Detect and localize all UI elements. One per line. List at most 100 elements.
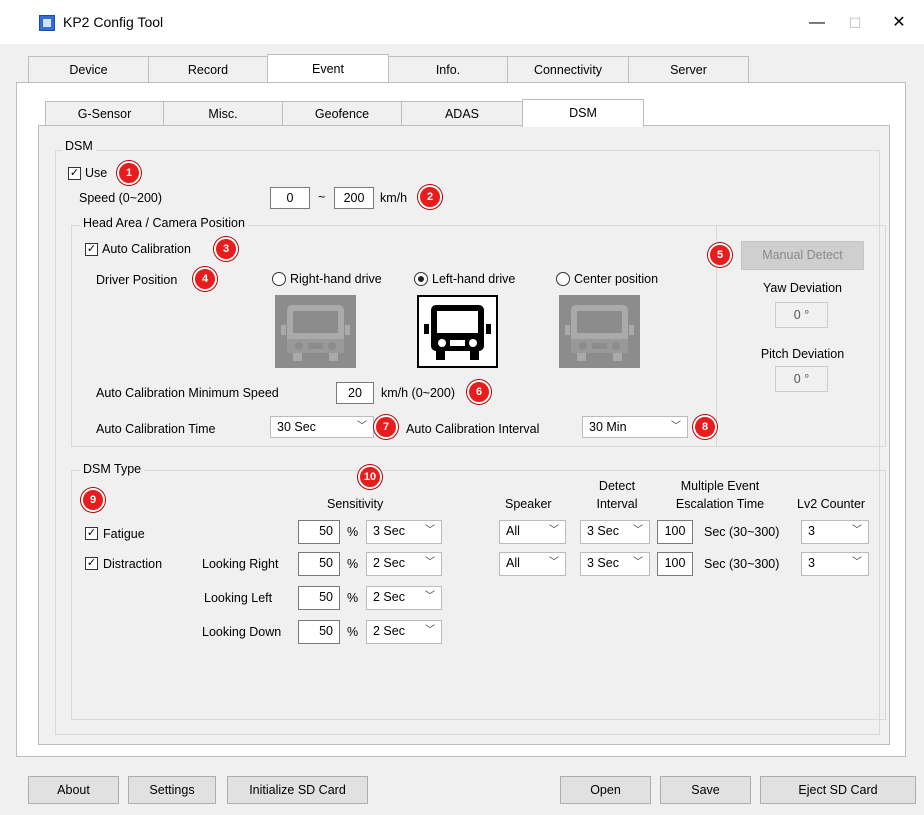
right-hand-drive-radio[interactable] <box>272 272 286 286</box>
subtab-dsm[interactable]: DSM <box>522 99 644 127</box>
pitch-deviation-value: 0 ° <box>775 366 828 392</box>
close-button[interactable]: ✕ <box>884 10 914 36</box>
distraction-escalation-input[interactable]: 100 <box>657 552 693 576</box>
fatigue-time-value: 3 Sec <box>373 524 405 538</box>
speed-max-input[interactable]: 200 <box>334 187 374 209</box>
tab-event[interactable]: Event <box>267 54 389 84</box>
eject-sd-card-button[interactable]: Eject SD Card <box>760 776 916 804</box>
looking-left-time-select[interactable]: 2 Sec ﹀ <box>366 586 442 610</box>
bus-left-hand-icon[interactable] <box>417 295 498 368</box>
fatigue-escalation-unit: Sec (30~300) <box>704 525 780 539</box>
chevron-down-icon: ﹀ <box>671 421 681 432</box>
chevron-down-icon: ﹀ <box>425 591 435 602</box>
badge-9: 9 <box>81 488 105 512</box>
use-checkbox[interactable]: ✓ <box>68 167 81 180</box>
looking-left-time-value: 2 Sec <box>373 590 405 604</box>
chevron-down-icon: ﹀ <box>425 625 435 636</box>
min-speed-label: Auto Calibration Minimum Speed <box>96 386 279 400</box>
looking-left-sensitivity-input[interactable]: 50 <box>298 586 340 610</box>
min-speed-input[interactable]: 20 <box>336 382 374 404</box>
looking-right-sensitivity-input[interactable]: 50 <box>298 552 340 576</box>
manual-detect-button[interactable]: Manual Detect <box>741 241 864 270</box>
chevron-down-icon: ﹀ <box>852 525 862 536</box>
center-position-radio[interactable] <box>556 272 570 286</box>
about-button[interactable]: About <box>28 776 119 804</box>
center-position-label: Center position <box>574 272 659 286</box>
distraction-speaker-value: All <box>506 556 520 570</box>
tab-server[interactable]: Server <box>628 56 749 83</box>
subtab-g-sensor[interactable]: G-Sensor <box>45 101 164 126</box>
looking-down-time-select[interactable]: 2 Sec ﹀ <box>366 620 442 644</box>
subtab-adas[interactable]: ADAS <box>401 101 523 126</box>
fatigue-lv2-select[interactable]: 3 ﹀ <box>801 520 869 544</box>
tab-record[interactable]: Record <box>148 56 268 83</box>
chevron-down-icon: ﹀ <box>852 557 862 568</box>
escalation-header-1: Multiple Event <box>680 479 760 493</box>
distraction-speaker-select[interactable]: All ﹀ <box>499 552 566 576</box>
fatigue-lv2-value: 3 <box>808 524 815 538</box>
speaker-header: Speaker <box>505 497 552 511</box>
yaw-deviation-label: Yaw Deviation <box>763 281 842 295</box>
calibration-interval-select[interactable]: 30 Min ﹀ <box>582 416 688 438</box>
open-button[interactable]: Open <box>560 776 651 804</box>
detect-interval-header-2: Interval <box>596 497 638 511</box>
distraction-interval-value: 3 Sec <box>587 556 619 570</box>
fatigue-percent: % <box>347 525 359 539</box>
badge-10: 10 <box>358 465 382 489</box>
escalation-header-2: Escalation Time <box>675 497 765 511</box>
bus-right-hand-icon[interactable] <box>275 295 356 368</box>
tab-connectivity[interactable]: Connectivity <box>507 56 629 83</box>
fatigue-interval-value: 3 Sec <box>587 524 619 538</box>
looking-right-time-value: 2 Sec <box>373 556 405 570</box>
settings-button[interactable]: Settings <box>128 776 216 804</box>
distraction-lv2-select[interactable]: 3 ﹀ <box>801 552 869 576</box>
distraction-checkbox[interactable]: ✓ <box>85 557 98 570</box>
tab-info[interactable]: Info. <box>388 56 508 83</box>
fatigue-sensitivity-input[interactable]: 50 <box>298 520 340 544</box>
chevron-down-icon: ﹀ <box>633 525 643 536</box>
fatigue-escalation-input[interactable]: 100 <box>657 520 693 544</box>
fatigue-speaker-select[interactable]: All ﹀ <box>499 520 566 544</box>
looking-right-label: Looking Right <box>202 557 279 571</box>
distraction-interval-select[interactable]: 3 Sec ﹀ <box>580 552 650 576</box>
fatigue-checkbox[interactable]: ✓ <box>85 527 98 540</box>
subtab-misc[interactable]: Misc. <box>163 101 283 126</box>
bus-center-icon[interactable] <box>559 295 640 368</box>
use-label: Use <box>85 166 108 180</box>
maximize-button[interactable]: ☐ <box>840 10 870 36</box>
initialize-sd-card-button[interactable]: Initialize SD Card <box>227 776 368 804</box>
looking-right-percent: % <box>347 557 359 571</box>
dsm-type-group-label: DSM Type <box>80 462 145 476</box>
chevron-down-icon: ﹀ <box>425 557 435 568</box>
chevron-down-icon: ﹀ <box>549 557 559 568</box>
looking-left-label: Looking Left <box>204 591 273 605</box>
looking-left-percent: % <box>347 591 359 605</box>
badge-7: 7 <box>374 415 398 439</box>
calibration-interval-value: 30 Min <box>589 420 627 434</box>
chevron-down-icon: ﹀ <box>357 421 367 432</box>
looking-right-time-select[interactable]: 2 Sec ﹀ <box>366 552 442 576</box>
distraction-escalation-unit: Sec (30~300) <box>704 557 780 571</box>
auto-calibration-checkbox[interactable]: ✓ <box>85 243 98 256</box>
tab-device[interactable]: Device <box>28 56 149 83</box>
looking-down-sensitivity-input[interactable]: 50 <box>298 620 340 644</box>
subtab-geofence[interactable]: Geofence <box>282 101 402 126</box>
lv2-counter-header: Lv2 Counter <box>797 497 866 511</box>
calibration-time-select[interactable]: 30 Sec ﹀ <box>270 416 374 438</box>
minimize-button[interactable]: — <box>802 10 832 36</box>
speed-separator: ~ <box>318 190 326 204</box>
speed-label: Speed (0~200) <box>79 191 163 205</box>
badge-1: 1 <box>117 161 141 185</box>
left-hand-drive-radio[interactable] <box>414 272 428 286</box>
speed-min-input[interactable]: 0 <box>270 187 310 209</box>
fatigue-interval-select[interactable]: 3 Sec ﹀ <box>580 520 650 544</box>
fatigue-time-select[interactable]: 3 Sec ﹀ <box>366 520 442 544</box>
speed-unit: km/h <box>380 191 408 205</box>
distraction-lv2-value: 3 <box>808 556 815 570</box>
chevron-down-icon: ﹀ <box>549 525 559 536</box>
detect-interval-header-1: Detect <box>598 479 636 493</box>
looking-down-percent: % <box>347 625 359 639</box>
badge-8: 8 <box>693 415 717 439</box>
distraction-label: Distraction <box>103 557 163 571</box>
save-button[interactable]: Save <box>660 776 751 804</box>
